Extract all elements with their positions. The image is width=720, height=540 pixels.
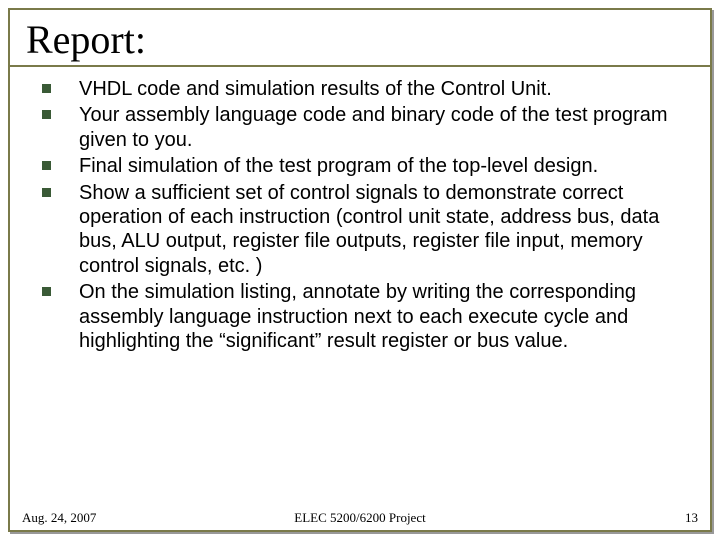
list-item: VHDL code and simulation results of the … xyxy=(36,77,684,101)
bullet-text: Your assembly language code and binary c… xyxy=(79,103,684,152)
content-area: VHDL code and simulation results of the … xyxy=(10,67,710,353)
square-bullet-icon xyxy=(42,84,51,93)
square-bullet-icon xyxy=(42,110,51,119)
footer-date: Aug. 24, 2007 xyxy=(22,510,96,526)
bullet-text: On the simulation listing, annotate by w… xyxy=(79,280,684,353)
title-area: Report: xyxy=(10,10,710,67)
bullet-text: VHDL code and simulation results of the … xyxy=(79,77,552,101)
footer-center: ELEC 5200/6200 Project xyxy=(0,510,720,526)
list-item: On the simulation listing, annotate by w… xyxy=(36,280,684,353)
square-bullet-icon xyxy=(42,287,51,296)
slide-frame: Report: VHDL code and simulation results… xyxy=(8,8,712,532)
slide-title: Report: xyxy=(26,16,694,63)
list-item: Final simulation of the test program of … xyxy=(36,154,684,178)
list-item: Your assembly language code and binary c… xyxy=(36,103,684,152)
bullet-text: Show a sufficient set of control signals… xyxy=(79,181,684,279)
footer: Aug. 24, 2007 ELEC 5200/6200 Project 13 xyxy=(0,510,720,526)
square-bullet-icon xyxy=(42,188,51,197)
footer-page: 13 xyxy=(685,510,698,526)
bullet-text: Final simulation of the test program of … xyxy=(79,154,598,178)
square-bullet-icon xyxy=(42,161,51,170)
list-item: Show a sufficient set of control signals… xyxy=(36,181,684,279)
